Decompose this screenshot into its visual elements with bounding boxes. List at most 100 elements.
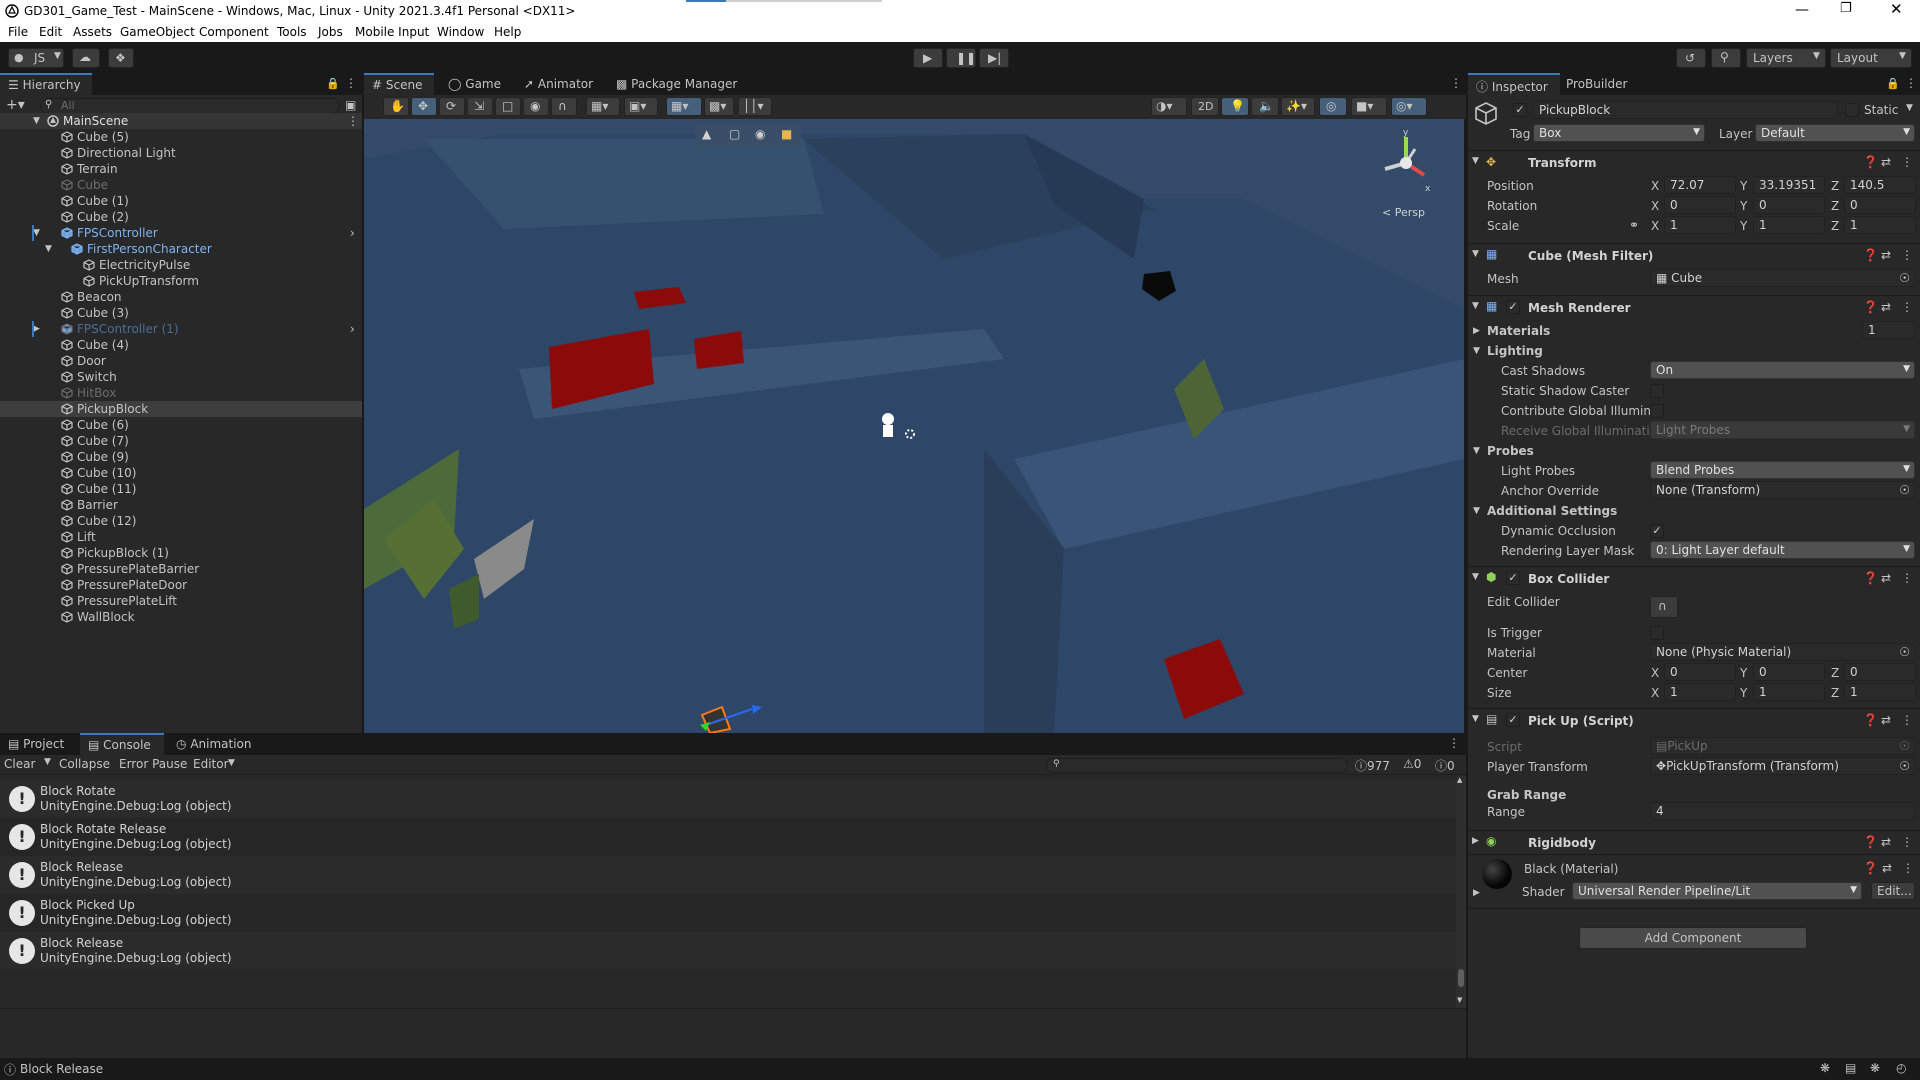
lighting-label[interactable]: Lighting	[1487, 344, 1543, 358]
rotation-z-field[interactable]: 0	[1844, 196, 1916, 214]
face-icon[interactable]: ◉	[755, 127, 765, 141]
hierarchy-item[interactable]: PickupBlock (1)	[0, 545, 362, 561]
minimize-button[interactable]: —	[1795, 2, 1809, 18]
object-picker-icon[interactable]: ☉	[1899, 483, 1910, 497]
position-z-axis-label[interactable]: Z	[1831, 179, 1839, 193]
error-pause-button[interactable]: Error Pause	[119, 757, 187, 771]
scale-y-axis-label[interactable]: Y	[1740, 219, 1747, 233]
position-y-axis-label[interactable]: Y	[1740, 179, 1747, 193]
rotation-x-field[interactable]: 0	[1664, 196, 1736, 214]
rigidbody-header[interactable]: ▶ ◉ Rigidbody ❓ ⇄ ⋮	[1468, 830, 1920, 854]
scroll-down-icon[interactable]: ▼	[1457, 996, 1462, 1004]
kebab-menu-icon[interactable]: ⋮	[1901, 571, 1913, 585]
edit-shader-button[interactable]: Edit...	[1871, 882, 1915, 900]
object-picker-icon[interactable]: ☉	[1899, 759, 1910, 773]
help-icon[interactable]: ❓	[1863, 861, 1878, 875]
static-checkbox[interactable]	[1845, 103, 1859, 117]
size-y-field[interactable]: 1	[1753, 683, 1825, 701]
orientation-gizmo[interactable]: y x	[1369, 129, 1443, 201]
expand-arrow-icon[interactable]: ▶	[1473, 888, 1480, 898]
range-field[interactable]: 4	[1650, 802, 1915, 820]
lock-icon[interactable]: 🔒	[1886, 77, 1900, 90]
clear-button[interactable]: Clear	[4, 757, 35, 771]
tab-hierarchy[interactable]: ☰ Hierarchy	[0, 73, 92, 95]
hierarchy-item[interactable]: PickupBlock	[0, 401, 362, 417]
scene-visibility-icon[interactable]: ▣	[345, 98, 356, 112]
console-log-entry[interactable]: ! Block Release UnityEngine.Debug:Log (obj…	[0, 932, 1456, 970]
kebab-menu-icon[interactable]: ⋮	[347, 113, 359, 129]
pickup-script-enabled-checkbox[interactable]: ✓	[1506, 713, 1520, 727]
materials-count-field[interactable]: 1	[1862, 321, 1915, 339]
hierarchy-item[interactable]: Switch	[0, 369, 362, 385]
transform-header[interactable]: ▼ ✥ Transform ❓ ⇄ ⋮	[1468, 150, 1920, 174]
hierarchy-item[interactable]: PressurePlateLift	[0, 593, 362, 609]
tab-project[interactable]: ▤ Project	[0, 733, 76, 755]
rotation-y-field[interactable]: 0	[1753, 196, 1825, 214]
snap-increment-button[interactable]: ▩▾	[704, 97, 734, 116]
hierarchy-item[interactable]: WallBlock	[0, 609, 362, 625]
scene-row[interactable]: ▼ MainScene ⋮	[0, 113, 362, 129]
console-log-entry[interactable]: ! Block Release UnityEngine.Debug:Log (obj…	[0, 856, 1456, 894]
bug-icon[interactable]: ❋	[1820, 1061, 1830, 1075]
menu-assets[interactable]: Assets	[73, 25, 112, 39]
size-z-axis-label[interactable]: Z	[1831, 686, 1839, 700]
search-button[interactable]: ⚲	[1711, 48, 1741, 68]
layer-dropdown[interactable]: Default ▼	[1755, 124, 1915, 142]
active-checkbox[interactable]: ✓	[1513, 103, 1527, 117]
log-count-badge[interactable]: ⓘ977	[1355, 757, 1390, 774]
player-transform-field[interactable]: ✥PickUpTransform (Transform) ☉	[1650, 757, 1915, 775]
materials-label[interactable]: Materials	[1487, 324, 1550, 338]
object-name-field[interactable]: PickupBlock	[1533, 101, 1838, 119]
center-y-axis-label[interactable]: Y	[1740, 666, 1747, 680]
console-log-entry[interactable]: ! Block Rotate UnityEngine.Debug:Log (obje…	[0, 780, 1456, 818]
position-x-axis-label[interactable]: X	[1651, 179, 1659, 193]
object-picker-icon[interactable]: ☉	[1899, 271, 1910, 285]
scale-y-field[interactable]: 1	[1753, 216, 1825, 234]
account-dropdown[interactable]: ● JS ▼	[8, 48, 64, 68]
effects-dropdown[interactable]: ✨▾	[1281, 97, 1315, 116]
mesh-renderer-header[interactable]: ▼ ▦ ✓ Mesh Renderer ❓ ⇄ ⋮	[1468, 295, 1920, 319]
hierarchy-search-input[interactable]: ⚲ All	[40, 98, 340, 114]
custom-tool-button[interactable]: ∩	[551, 97, 577, 116]
hierarchy-item[interactable]: Cube (4)	[0, 337, 362, 353]
editor-target-dropdown[interactable]: Editor	[193, 757, 229, 771]
preset-icon[interactable]: ⇄	[1881, 300, 1891, 314]
collider-material-field[interactable]: None (Physic Material) ☉	[1650, 643, 1915, 661]
open-prefab-icon[interactable]: ›	[350, 225, 355, 241]
help-icon[interactable]: ❓	[1863, 300, 1878, 314]
progress-icon[interactable]: ◴	[1896, 1061, 1906, 1075]
collab-button[interactable]: ❖	[108, 48, 134, 68]
open-prefab-icon[interactable]: ›	[350, 321, 355, 337]
preset-icon[interactable]: ⇄	[1881, 713, 1891, 727]
mesh-renderer-enabled-checkbox[interactable]: ✓	[1506, 300, 1520, 314]
hierarchy-item[interactable]: PickUpTransform	[0, 273, 362, 289]
rotation-y-axis-label[interactable]: Y	[1740, 199, 1747, 213]
expand-arrow-icon[interactable]: ▶	[1473, 326, 1480, 336]
rect-select-icon[interactable]: ▢	[729, 127, 740, 141]
lock-icon[interactable]: 🔒	[326, 77, 340, 90]
hierarchy-item[interactable]: Cube	[0, 177, 362, 193]
hierarchy-item[interactable]: Cube (9)	[0, 449, 362, 465]
hierarchy-item[interactable]: ▼ FPSController ›	[0, 225, 362, 241]
hierarchy-item[interactable]: Cube (6)	[0, 417, 362, 433]
position-x-field[interactable]: 72.07	[1664, 176, 1736, 194]
hierarchy-item[interactable]: Cube (5)	[0, 129, 362, 145]
help-icon[interactable]: ❓	[1863, 835, 1878, 849]
preset-icon[interactable]: ⇄	[1881, 835, 1891, 849]
rendering-layer-mask-dropdown[interactable]: 0: Light Layer default ▼	[1650, 541, 1915, 559]
box-collider-header[interactable]: ▼ ⬢ ✓ Box Collider ❓ ⇄ ⋮	[1468, 566, 1920, 590]
hierarchy-item[interactable]: Cube (7)	[0, 433, 362, 449]
tab-animator[interactable]: ➚ Animator	[524, 73, 604, 95]
hierarchy-item[interactable]: ▶ FPSController (1) ›	[0, 321, 362, 337]
preset-icon[interactable]: ⇄	[1881, 155, 1891, 169]
auto-generate-lighting-icon[interactable]: ❋	[1870, 1061, 1880, 1075]
hierarchy-item[interactable]: PressurePlateBarrier	[0, 561, 362, 577]
menu-file[interactable]: File	[8, 25, 28, 39]
hierarchy-item[interactable]: Cube (12)	[0, 513, 362, 529]
camera-dropdown[interactable]: ■▾	[1351, 97, 1387, 116]
add-component-button[interactable]: Add Component	[1579, 927, 1807, 949]
rect-tool-button[interactable]: □	[495, 97, 521, 116]
pause-button[interactable]: ❚❚	[946, 48, 976, 68]
tab-package-manager[interactable]: ▩ Package Manager	[616, 73, 746, 95]
layout-dropdown[interactable]: Layout ▼	[1830, 48, 1912, 68]
